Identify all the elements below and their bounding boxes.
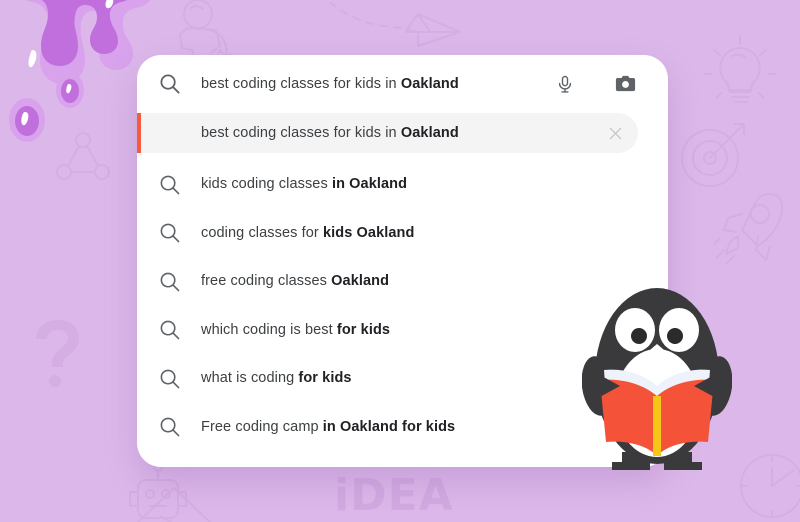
suggestion-text: kids coding classes in Oakland <box>201 176 668 192</box>
active-suggestion-bold: Oakland <box>400 125 459 141</box>
search-icon <box>137 73 201 94</box>
search-query-regular: best coding classes for kids in <box>201 75 401 92</box>
suggestion-text: what is coding for kids <box>201 370 668 386</box>
molecule-watermark <box>52 128 114 190</box>
close-icon[interactable] <box>600 118 630 148</box>
suggestion-text: coding classes for kids Oakland <box>201 225 668 241</box>
search-icon <box>137 174 201 195</box>
camera-icon[interactable] <box>608 67 642 101</box>
list-item[interactable]: Free coding camp in Oakland for kids <box>137 403 668 452</box>
suggestion-bold: Oakland <box>331 273 390 290</box>
search-icon <box>137 319 201 340</box>
search-suggestions-card: best coding classes for kids in Oakland <box>137 55 668 467</box>
target-watermark <box>676 118 750 192</box>
list-item[interactable]: free coding classes Oakland <box>137 257 668 306</box>
list-item[interactable]: which coding is best for kids <box>137 306 668 355</box>
search-icon <box>137 222 201 243</box>
suggestion-bold: for kids <box>336 321 391 338</box>
suggestion-bold: for kids <box>298 370 352 387</box>
paper-plane-watermark <box>330 2 490 54</box>
lightbulb-watermark <box>696 34 784 114</box>
suggestion-bold: in Oakland for kids <box>322 418 456 435</box>
microphone-icon[interactable] <box>548 67 582 101</box>
suggestion-regular: free coding classes <box>201 273 332 290</box>
active-suggestion-regular: best coding classes for kids in <box>201 125 401 141</box>
suggestion-regular: Free coding camp <box>201 418 323 435</box>
search-icon <box>137 416 201 437</box>
search-query-bold: Oakland <box>400 75 459 92</box>
search-input[interactable]: best coding classes for kids in Oakland <box>201 76 548 92</box>
page-root: iDEA best coding classes for kids in Oak… <box>0 0 800 522</box>
suggestion-regular: kids coding classes <box>201 176 332 193</box>
suggestion-text: which coding is best for kids <box>201 322 668 338</box>
list-item[interactable]: what is coding for kids <box>137 354 668 403</box>
suggestion-text: Free coding camp in Oakland for kids <box>201 419 668 435</box>
suggestion-text: free coding classes Oakland <box>201 273 668 289</box>
active-indicator-bar <box>137 113 141 153</box>
suggestion-bold: in Oakland <box>331 176 408 193</box>
search-icon <box>137 368 201 389</box>
idea-watermark: iDEA <box>334 470 454 521</box>
list-item[interactable]: coding classes for kids Oakland <box>137 209 668 258</box>
question-mark-watermark <box>32 318 84 388</box>
suggestion-regular: what is coding <box>201 370 299 387</box>
suggestion-list: kids coding classes in Oakland coding cl… <box>137 153 668 451</box>
active-suggestion-text: best coding classes for kids in Oakland <box>137 125 600 141</box>
clock-watermark <box>738 452 800 522</box>
suggestion-bold: kids Oakland <box>323 224 415 241</box>
rocket-watermark <box>712 188 788 266</box>
list-item[interactable]: kids coding classes in Oakland <box>137 160 668 209</box>
suggestion-regular: coding classes for <box>201 224 323 241</box>
search-icon <box>137 271 201 292</box>
active-suggestion-row[interactable]: best coding classes for kids in Oakland <box>137 113 638 153</box>
suggestion-regular: which coding is best <box>201 321 337 338</box>
search-bar[interactable]: best coding classes for kids in Oakland <box>137 55 668 112</box>
robot-laptop-watermark <box>110 462 240 522</box>
